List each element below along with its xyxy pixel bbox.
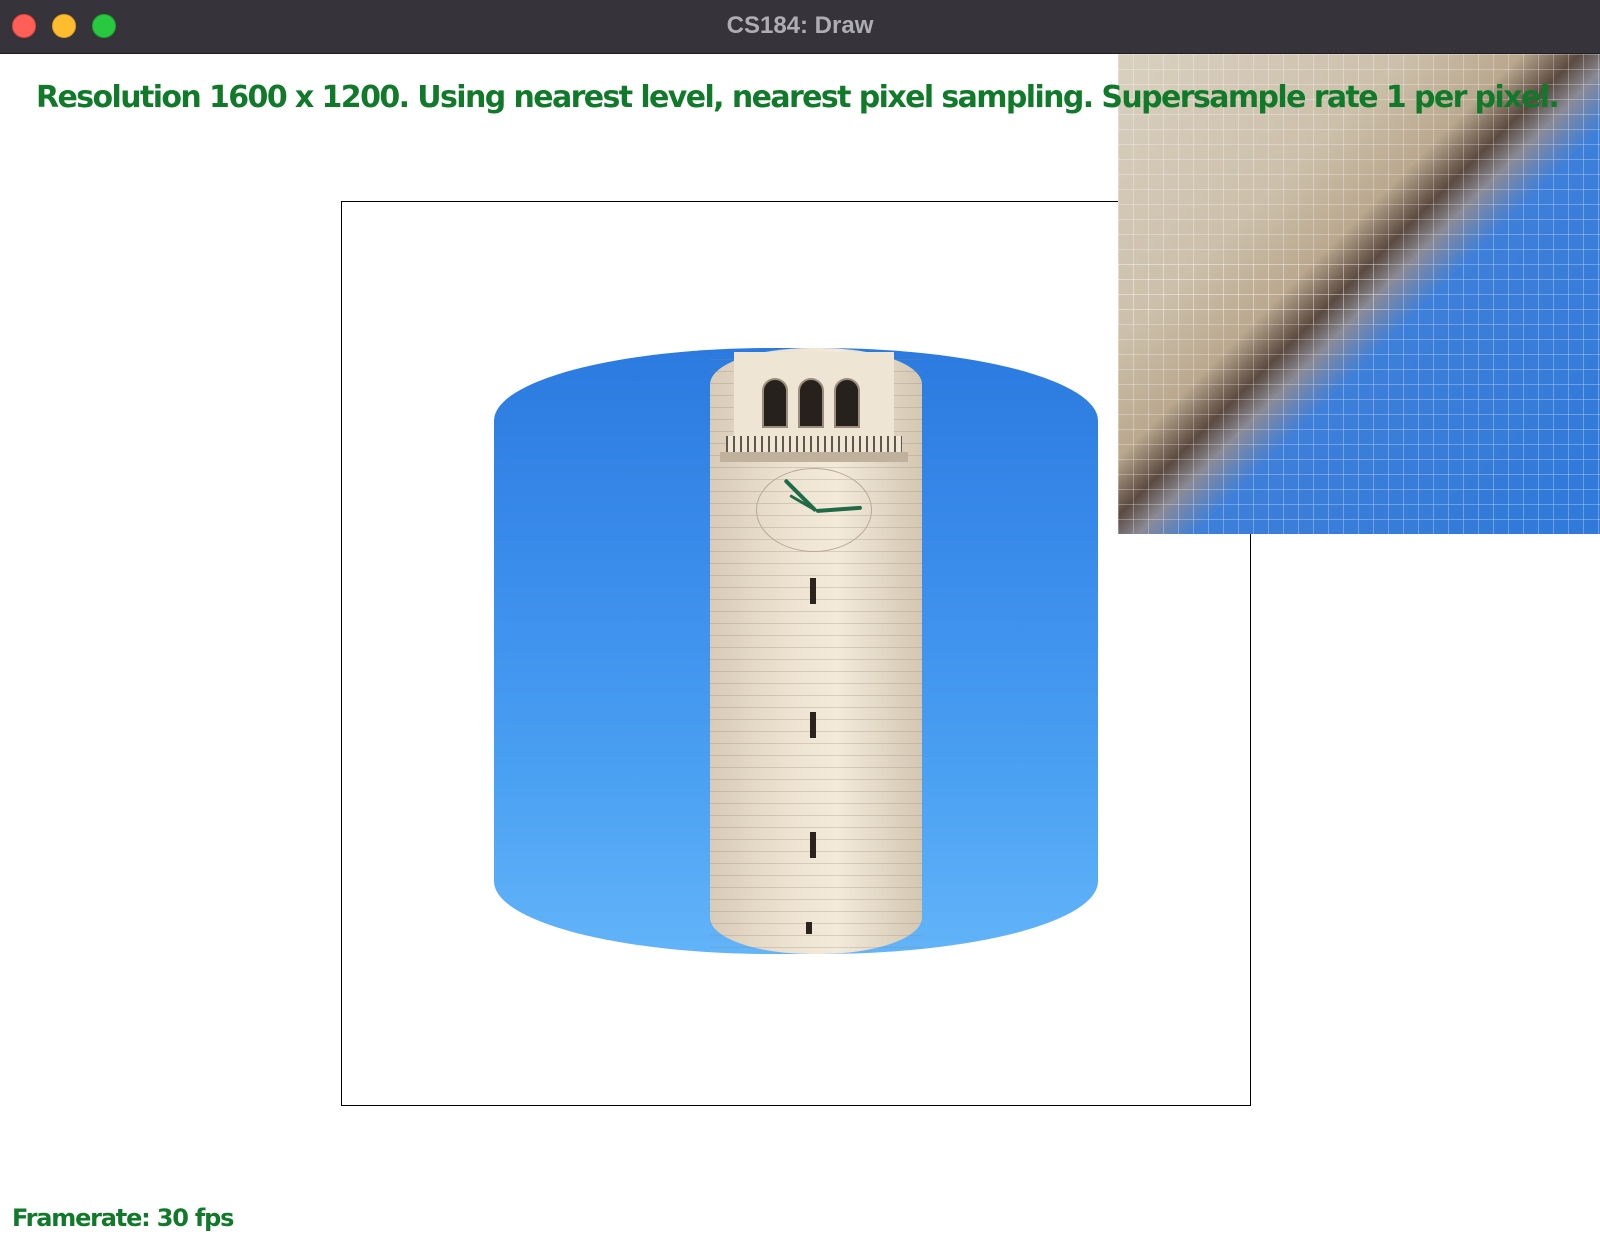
belfry-arch (834, 378, 860, 428)
tower-window-slot (810, 712, 816, 738)
tower-window-slot (806, 922, 812, 934)
window-title: CS184: Draw (726, 12, 874, 39)
belfry-railing (726, 436, 902, 452)
tower-cornice (720, 452, 908, 462)
belfry-arch (762, 378, 788, 428)
textured-warped-image (494, 348, 1098, 954)
render-status-line: Resolution 1600 x 1200. Using nearest le… (36, 80, 1560, 115)
framerate-readout: Framerate: 30 fps (12, 1204, 234, 1232)
tower-window-slot (810, 832, 816, 858)
tower-window-slot (810, 578, 816, 604)
pixel-inspector-band (1118, 264, 1388, 324)
belfry-arch (798, 378, 824, 428)
window-titlebar: CS184: Draw (0, 0, 1600, 54)
draw-canvas[interactable]: Resolution 1600 x 1200. Using nearest le… (0, 54, 1600, 1256)
